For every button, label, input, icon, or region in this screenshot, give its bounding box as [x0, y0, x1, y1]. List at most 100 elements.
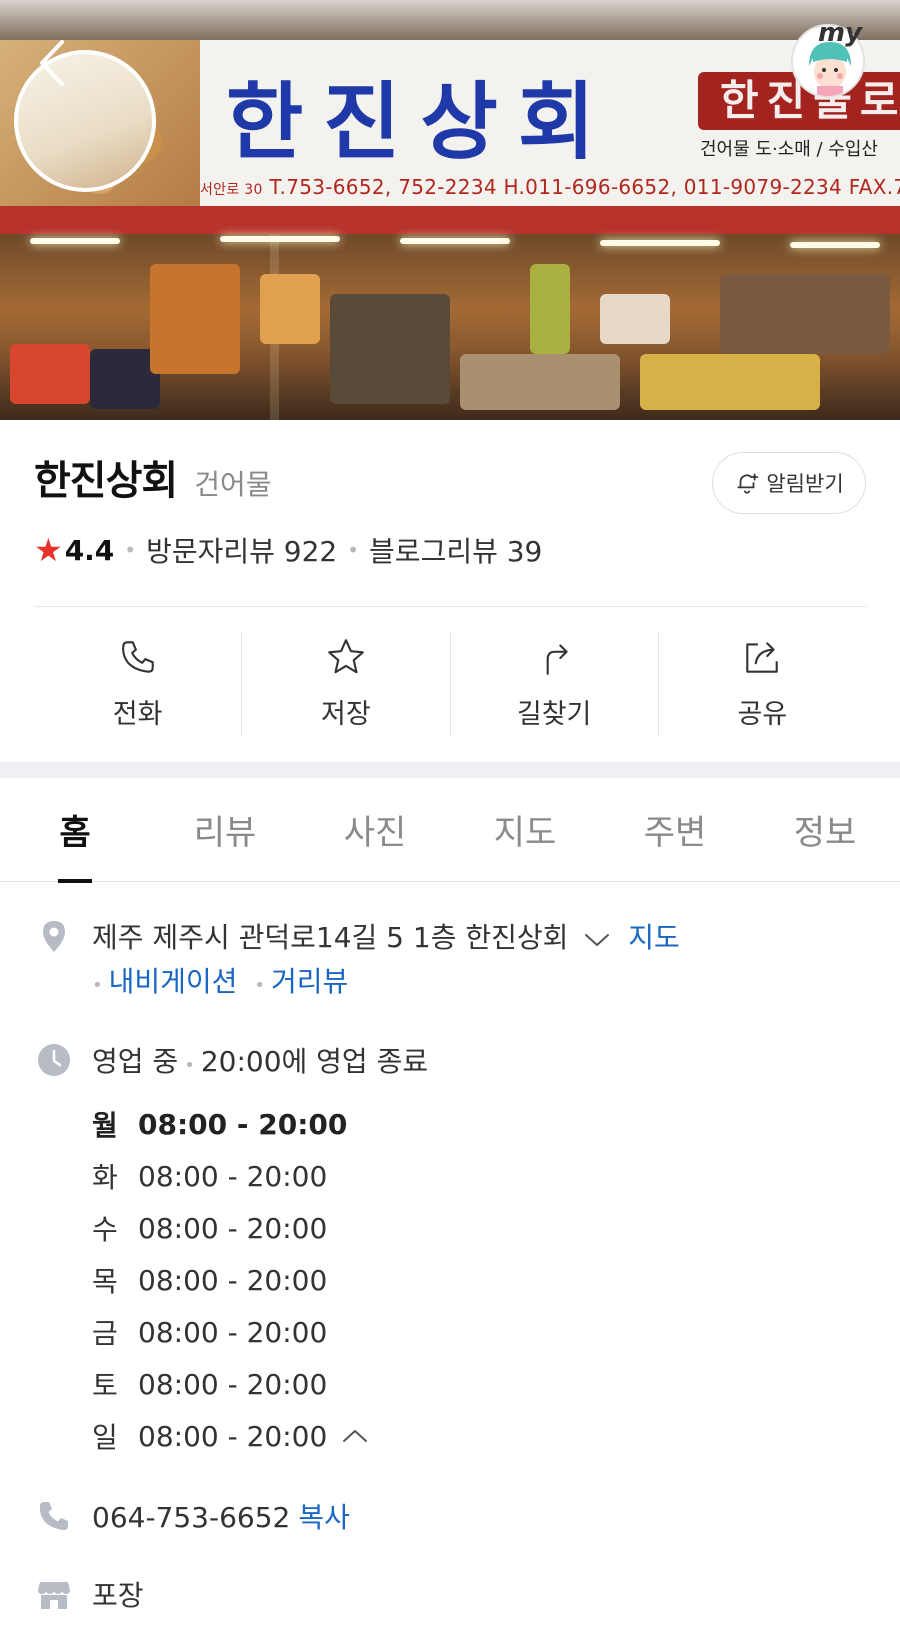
map-link[interactable]: 지도: [628, 921, 680, 954]
tab-home[interactable]: 홈: [0, 778, 150, 881]
tab-nearby[interactable]: 주변: [600, 778, 750, 881]
bell-plus-icon: [737, 473, 759, 494]
rating-star-icon: ★: [34, 531, 63, 569]
goods-display: [600, 294, 670, 344]
phone-filled-icon: [39, 1502, 68, 1530]
address-text[interactable]: 제주 제주시 관덕로14길 5 1층 한진상회: [92, 921, 568, 954]
sign-title: 한진상회: [226, 73, 616, 171]
goods-display: [530, 264, 570, 354]
rating-score: 4.4: [64, 533, 115, 567]
hours-time: 08:00 - 20:00: [138, 1107, 348, 1141]
hours-time: 08:00 - 20:00: [138, 1367, 328, 1401]
tab-info[interactable]: 정보: [750, 778, 900, 881]
visitor-review-count[interactable]: 방문자리뷰 922: [146, 530, 337, 570]
ceiling-light: [30, 238, 120, 244]
share-button[interactable]: 공유: [659, 632, 866, 736]
hours-time: 08:00 - 20:00: [138, 1263, 328, 1297]
ceiling-light: [220, 236, 340, 242]
chevron-down-icon[interactable]: [583, 923, 611, 956]
hours-row-wed: 수 08:00 - 20:00: [92, 1202, 369, 1254]
section-divider: [0, 762, 900, 778]
status-detail: 20:00에 영업 종료: [200, 1045, 429, 1078]
goods-display: [460, 354, 620, 410]
directions-button[interactable]: 길찾기: [451, 632, 659, 736]
hours-time: 08:00 - 20:00: [138, 1159, 328, 1193]
day-label: 화: [92, 1161, 118, 1194]
separator-dot: •: [92, 975, 103, 996]
my-label: my: [818, 18, 863, 48]
blog-review-count[interactable]: 블로그리뷰 39: [369, 530, 542, 570]
service-takeout: 포장: [92, 1579, 144, 1612]
copy-button[interactable]: 복사: [298, 1501, 350, 1534]
divider: [34, 606, 866, 607]
share-label: 공유: [737, 699, 788, 730]
ceiling-light: [790, 242, 880, 248]
hours-row-tue: 화 08:00 - 20:00: [92, 1150, 369, 1202]
hours-list: 월 08:00 - 20:00 화 08:00 - 20:00 수 08:00 …: [92, 1098, 369, 1462]
shop-interior: [0, 234, 900, 420]
phone-row: 064-753-6652 복사: [92, 1496, 350, 1536]
hours-time: 08:00 - 20:00: [138, 1211, 328, 1245]
store-icon: [38, 1582, 70, 1609]
directions-icon: [546, 644, 568, 675]
goods-display: [330, 294, 450, 404]
address-links: • 내비게이션 • 거리뷰: [92, 960, 348, 1000]
goods-display: [10, 344, 90, 404]
hours-row-mon: 월 08:00 - 20:00: [92, 1098, 369, 1150]
hours-row-thu: 목 08:00 - 20:00: [92, 1254, 369, 1306]
day-label: 수: [92, 1213, 118, 1246]
save-button[interactable]: 저장: [242, 632, 451, 736]
day-label: 일: [92, 1421, 118, 1454]
day-label: 토: [92, 1369, 118, 1402]
hours-time: 08:00 - 20:00: [138, 1419, 328, 1453]
location-pin-icon: [43, 921, 65, 952]
separator-dot: •: [347, 538, 360, 562]
call-button[interactable]: 전화: [34, 632, 243, 736]
day-label: 금: [92, 1317, 118, 1350]
star-icon: [328, 639, 364, 674]
place-category: 건어물: [194, 468, 272, 501]
sign-subtitle: 건어물 도·소매 / 수입산: [700, 139, 878, 160]
goods-display: [260, 274, 320, 344]
notification-label: 알림받기: [766, 472, 844, 496]
action-bar: 전화 저장 길찾기 공유: [34, 632, 866, 736]
tab-photos[interactable]: 사진: [300, 778, 450, 881]
day-label: 월: [92, 1109, 118, 1142]
tab-map[interactable]: 지도: [450, 778, 600, 881]
hours-time: 08:00 - 20:00: [138, 1315, 328, 1349]
phone-icon: [121, 641, 154, 673]
sign-bottom-strip: [0, 206, 900, 234]
ceiling-light: [600, 240, 720, 246]
business-status: 영업 중 • 20:00에 영업 종료: [92, 1040, 428, 1080]
phone-number[interactable]: 064-753-6652: [92, 1501, 290, 1534]
separator-dot: •: [124, 538, 137, 562]
call-label: 전화: [112, 699, 163, 730]
goods-display: [150, 264, 240, 374]
street-view-link[interactable]: 거리뷰: [271, 965, 348, 998]
goods-display: [640, 354, 820, 410]
back-button[interactable]: [32, 38, 76, 88]
separator-dot: •: [254, 975, 265, 996]
tab-bar: 홈 리뷰 사진 지도 주변 정보: [0, 778, 900, 882]
ceiling-light: [400, 238, 510, 244]
notification-button[interactable]: 알림받기: [712, 452, 866, 514]
rating-row: ★ 4.4 • 방문자리뷰 922 • 블로그리뷰 39: [34, 530, 542, 570]
share-icon: [746, 642, 779, 673]
day-label: 목: [92, 1265, 118, 1298]
tab-reviews[interactable]: 리뷰: [150, 778, 300, 881]
hero-photo[interactable]: 한진상회 한진물로 건어물 도·소매 / 수입산 서안로 30 T.753-66…: [0, 0, 900, 420]
clock-icon: [38, 1044, 70, 1076]
hours-row-fri: 금 08:00 - 20:00: [92, 1306, 369, 1358]
separator-dot: •: [184, 1055, 195, 1076]
chevron-up-icon[interactable]: [341, 1427, 369, 1445]
save-label: 저장: [321, 699, 371, 730]
address-row: 제주 제주시 관덕로14길 5 1층 한진상회 지도: [92, 916, 680, 956]
sign-address-small: 서안로 30: [200, 182, 263, 198]
goods-display: [720, 274, 890, 354]
navigation-link[interactable]: 내비게이션: [109, 965, 238, 998]
chevron-left-icon: [40, 40, 64, 86]
place-name: 한진상회: [34, 458, 178, 504]
hours-row-sun: 일 08:00 - 20:00: [92, 1410, 369, 1462]
directions-label: 길찾기: [516, 699, 592, 730]
status-text: 영업 중: [92, 1045, 179, 1078]
